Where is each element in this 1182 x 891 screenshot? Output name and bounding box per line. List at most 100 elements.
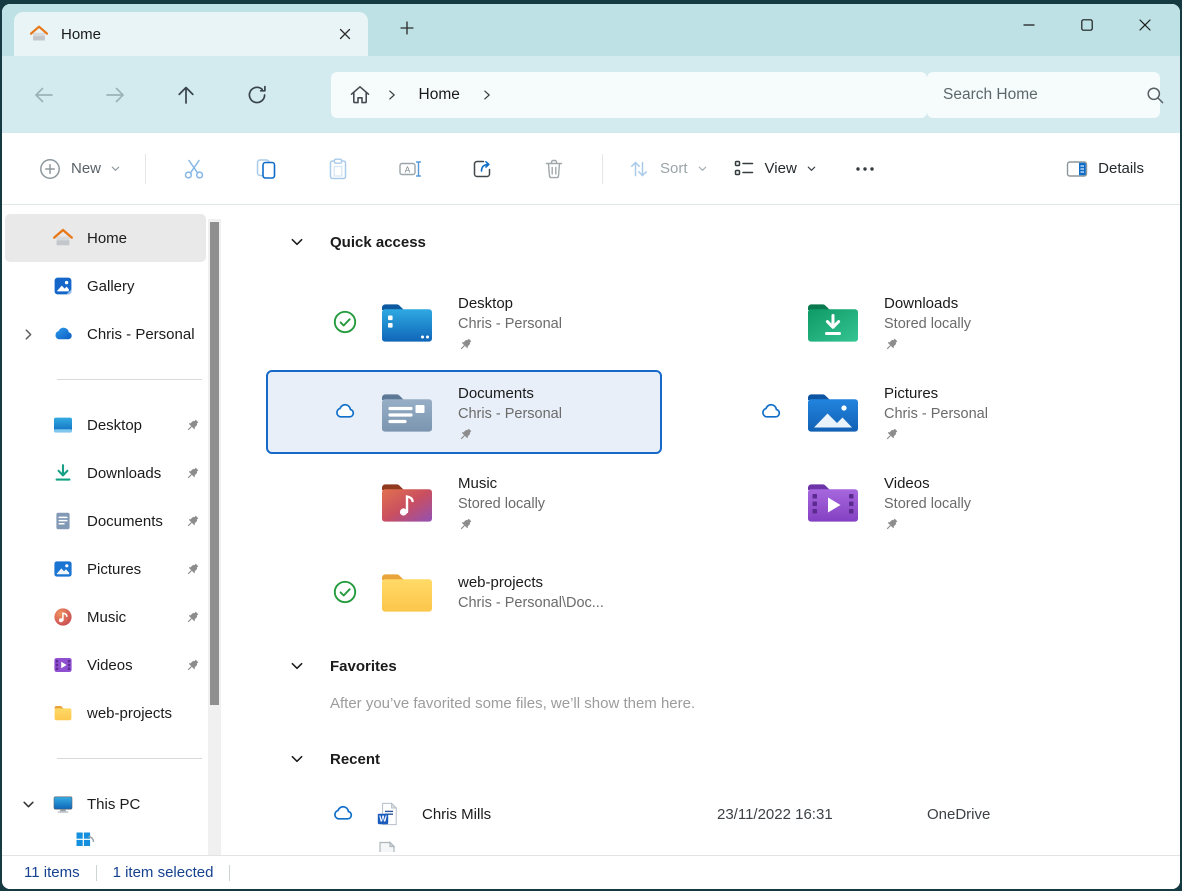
section-title: Quick access [330,234,426,251]
pin-icon [185,514,200,529]
pin-icon [884,517,971,532]
chevron-right-icon[interactable] [5,328,51,341]
search-input[interactable] [943,86,1143,104]
rename-button[interactable]: A [382,149,438,189]
chevron-down-icon[interactable] [290,659,304,673]
tile-subtitle: Chris - Personal [458,314,562,334]
refresh-icon [244,82,270,108]
sidebar-item-web-projects[interactable]: web-projects [5,689,206,737]
refresh-button[interactable] [235,73,278,117]
pin-icon [185,418,200,433]
tile-name: Documents [458,383,562,404]
sidebar-item-downloads[interactable]: Downloads [5,449,206,497]
sort-button[interactable]: Sort [615,149,720,189]
tile-text: DocumentsChris - Personal [458,383,562,442]
sidebar-item-label: Music [87,609,126,626]
minimize-button[interactable] [1000,4,1058,46]
back-button[interactable] [22,73,65,117]
quick-access-tile-music[interactable]: MusicStored locally [266,460,662,544]
sidebar-item-gallery[interactable]: Gallery [5,262,206,310]
minimize-icon [1017,13,1041,37]
up-button[interactable] [164,73,207,117]
new-button[interactable]: New [26,149,133,189]
tile-text: DownloadsStored locally [884,293,971,352]
sidebar-item-label: Videos [87,657,133,674]
section-header-recent[interactable]: Recent [290,746,1180,772]
downloads-folder-icon [804,299,862,345]
sidebar-item-label: Downloads [87,465,161,482]
details-pane-icon [1065,157,1089,181]
onedrive-icon [51,322,75,346]
tab-close-icon[interactable] [330,19,360,49]
new-plus-icon [38,157,62,181]
sidebar-separator [57,758,202,759]
delete-button[interactable] [526,149,582,189]
recent-file-chris-mills[interactable]: WChris Mills23/11/2022 16:31OneDrive [330,794,1180,834]
downloads-icon [51,461,75,485]
pin-icon [458,517,545,532]
quick-access-tile-documents[interactable]: DocumentsChris - Personal [266,370,662,454]
maximize-button[interactable] [1058,4,1116,46]
titlebar: Home [2,4,1180,56]
pin-icon [458,337,562,352]
tile-name: Desktop [458,293,562,314]
sidebar-item-pictures[interactable]: Pictures [5,545,206,593]
quick-access-tile-videos[interactable]: VideosStored locally [692,460,1088,544]
chevron-right-icon[interactable] [472,88,502,102]
pin-icon [185,658,200,673]
sidebar-item-home[interactable]: Home [5,214,206,262]
view-button-label: View [765,160,797,177]
paste-icon [326,157,350,181]
paste-button[interactable] [310,149,366,189]
items-count: 11 items [24,864,80,881]
quick-access-tile-downloads[interactable]: DownloadsStored locally [692,280,1088,364]
quick-access-tile-desktop[interactable]: DesktopChris - Personal [266,280,662,364]
more-button[interactable] [837,149,893,189]
chevron-down-icon[interactable] [290,752,304,766]
pin-icon [884,427,988,442]
tile-subtitle: Stored locally [458,494,545,514]
chevron-down-icon[interactable] [290,235,304,249]
scrollbar-thumb[interactable] [210,222,219,705]
tile-name: Downloads [884,293,971,314]
sidebar-scrollbar[interactable] [208,219,221,855]
section-header-favorites[interactable]: Favorites [290,653,1180,679]
sidebar-item-partial[interactable] [74,830,224,846]
forward-button[interactable] [93,73,136,117]
sidebar-item-music[interactable]: Music [5,593,206,641]
close-button[interactable] [1116,4,1174,46]
sidebar-item-videos[interactable]: Videos [5,641,206,689]
music-folder-icon [378,479,436,525]
new-tab-button[interactable] [390,12,424,44]
quick-access-tile-web-projects[interactable]: web-projectsChris - Personal\Doc... [266,550,662,634]
sidebar-item-desktop[interactable]: Desktop [5,401,206,449]
desktop-folder-icon [378,299,436,345]
tile-subtitle: Chris - Personal [458,404,562,424]
section-title: Favorites [330,658,397,675]
sidebar-item-documents[interactable]: Documents [5,497,206,545]
view-button[interactable]: View [720,149,829,189]
share-icon [470,157,494,181]
share-button[interactable] [454,149,510,189]
pin-icon [185,562,200,577]
section-header-quick-access[interactable]: Quick access [290,229,1180,255]
documents-folder-icon [378,389,436,435]
cut-button[interactable] [166,149,222,189]
details-button[interactable]: Details [1053,149,1156,189]
search-icon[interactable] [1143,83,1167,107]
tab-home[interactable]: Home [14,12,368,56]
sidebar-item-label: Gallery [87,278,135,295]
copy-button[interactable] [238,149,294,189]
up-arrow-icon [173,82,199,108]
address-bar[interactable]: Home [331,72,928,118]
breadcrumb-item-home[interactable]: Home [411,86,468,104]
chevron-down-icon[interactable] [5,798,51,811]
quick-access-grid: DesktopChris - PersonalDownloadsStored l… [266,277,1180,637]
plus-icon [397,18,417,38]
sidebar-item-chris-personal[interactable]: Chris - Personal [5,310,206,358]
status-bar: 11 items 1 item selected [2,855,1180,889]
pictures-folder-icon [804,389,862,435]
sidebar-item-this-pc[interactable]: This PC [5,780,206,828]
sidebar-item-label: This PC [87,796,140,813]
quick-access-tile-pictures[interactable]: PicturesChris - Personal [692,370,1088,454]
